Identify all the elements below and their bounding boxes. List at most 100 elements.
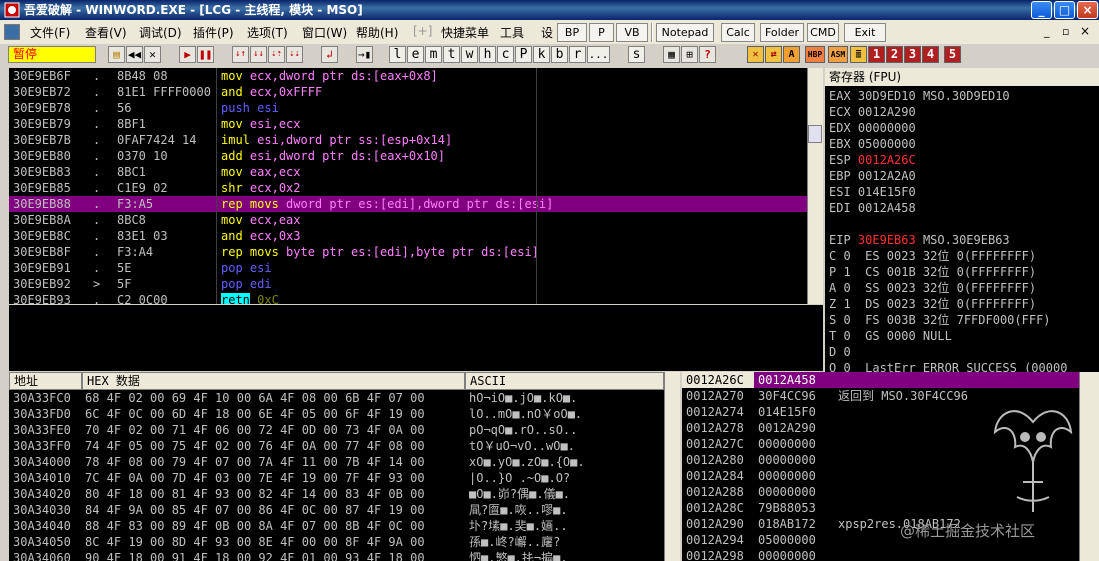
- menu-file[interactable]: 文件(F): [30, 24, 70, 41]
- register-edx[interactable]: EDX 00000000: [829, 120, 923, 136]
- source-button[interactable]: s: [628, 46, 645, 63]
- mdi-minimize-icon[interactable]: _: [1044, 25, 1050, 38]
- register-eip[interactable]: EIP 30E9EB63 MSO.30E9EB63: [829, 232, 1010, 248]
- stack-scrollbar[interactable]: [1079, 372, 1099, 561]
- disassembly-scrollbar[interactable]: [807, 68, 823, 304]
- plugin-hbp-button[interactable]: HBP: [805, 46, 825, 63]
- go-to-address-icon[interactable]: →▮: [356, 46, 373, 63]
- register-value[interactable]: 0012A26C: [858, 153, 916, 167]
- stack-address[interactable]: 0012A27C: [686, 436, 756, 452]
- disasm-row[interactable]: 30E9EB72. 81E1 FFFF0000 and ecx,0xFFFF: [9, 84, 807, 100]
- stack-address[interactable]: 0012A288: [686, 484, 756, 500]
- menu-settings[interactable]: 设: [541, 24, 553, 41]
- step-into-icon[interactable]: ↓↑: [232, 46, 249, 63]
- disasm-row[interactable]: 30E9EB85. C1E9 02 shr ecx,0x2: [9, 180, 807, 196]
- close-button[interactable]: ×: [1077, 1, 1098, 19]
- flag-row[interactable]: P 1 CS 001B 32位 0(FFFFFFFF): [829, 264, 1036, 280]
- mdi-close-icon[interactable]: ×: [1080, 24, 1090, 38]
- stack-address[interactable]: 0012A294: [686, 532, 756, 548]
- stack-value[interactable]: 014E15F0: [758, 404, 834, 420]
- menu-plugins[interactable]: 插件(P): [193, 24, 234, 41]
- stack-value[interactable]: 30F4CC96: [758, 388, 834, 404]
- stack-value[interactable]: 00000000: [758, 484, 834, 500]
- stack-top-address[interactable]: 0012A26C: [682, 372, 754, 388]
- disasm-row[interactable]: 30E9EB88. F3:A5 rep movs dword ptr es:[edi…: [9, 196, 807, 212]
- dump-scrollbar[interactable]: [664, 372, 680, 561]
- execute-till-return-icon[interactable]: ↲: [321, 46, 338, 63]
- stack-address[interactable]: 0012A28C: [686, 500, 756, 516]
- plugin-cross-icon[interactable]: ✕: [747, 46, 764, 63]
- disasm-row[interactable]: 30E9EB8A. 8BC8 mov ecx,eax: [9, 212, 807, 228]
- menu-debug[interactable]: 调试(D): [139, 24, 182, 41]
- notepad-button[interactable]: Notepad: [656, 23, 714, 42]
- folder-button[interactable]: Folder: [760, 23, 804, 42]
- restart-icon[interactable]: ◀◀: [126, 46, 143, 63]
- register-value[interactable]: 30D9ED10: [858, 89, 916, 103]
- stack-value[interactable]: 0012A290: [758, 420, 834, 436]
- register-value[interactable]: 0012A2A0: [858, 169, 916, 183]
- stack-value[interactable]: 05000000: [758, 532, 834, 548]
- plugin-text-icon[interactable]: A: [783, 46, 800, 63]
- dump-header-hex[interactable]: HEX 数据: [82, 372, 465, 390]
- pause-icon[interactable]: ❚❚: [197, 46, 214, 63]
- patches-button[interactable]: P: [515, 46, 532, 63]
- plugin-3-button[interactable]: 3: [904, 46, 921, 63]
- disasm-row[interactable]: 30E9EB83. 8BC1 mov eax,ecx: [9, 164, 807, 180]
- handles-button[interactable]: h: [479, 46, 496, 63]
- registers-title[interactable]: 寄存器 (FPU): [825, 68, 1099, 86]
- plugin-1-button[interactable]: 1: [868, 46, 885, 63]
- disasm-row[interactable]: 30E9EB79. 8BF1 mov esi,ecx: [9, 116, 807, 132]
- trace-over-icon[interactable]: ⇣⇣: [286, 46, 303, 63]
- menu-expand[interactable]: [+]: [413, 24, 432, 38]
- disasm-row[interactable]: 30E9EB8F. F3:A4 rep movs byte ptr es:[edi]…: [9, 244, 807, 260]
- disasm-row[interactable]: 30E9EB8C. 83E1 03 and ecx,0x3: [9, 228, 807, 244]
- flag-row[interactable]: D 0: [829, 344, 851, 360]
- vb-button[interactable]: VB: [616, 23, 648, 42]
- register-ebx[interactable]: EBX 05000000: [829, 136, 923, 152]
- disasm-row[interactable]: 30E9EB6F. 8B48 08 mov ecx,dword ptr ds:[ea…: [9, 68, 807, 84]
- flag-row[interactable]: S 0 FS 003B 32位 7FFDF000(FFF): [829, 312, 1051, 328]
- memory-dump-pane[interactable]: 30A33FC0 68 4F 02 00 69 4F 10 00 6A 4F 08…: [9, 390, 664, 561]
- registers-pane[interactable]: 寄存器 (FPU) EAX 30D9ED10 MSO.30D9ED10 ECX 0…: [825, 68, 1099, 373]
- maximize-button[interactable]: □: [1054, 1, 1075, 19]
- disasm-row[interactable]: 30E9EB93. C2 0C00 retn 0xC: [9, 292, 807, 304]
- flag-row[interactable]: C 0 ES 0023 32位 0(FFFFFFFF): [829, 248, 1036, 264]
- stack-address[interactable]: 0012A298: [686, 548, 756, 561]
- register-value[interactable]: 0012A290: [858, 105, 916, 119]
- register-edi[interactable]: EDI 0012A458: [829, 200, 923, 216]
- register-ebp[interactable]: EBP 0012A2A0: [829, 168, 923, 184]
- layout-icon[interactable]: ▦: [663, 46, 680, 63]
- disasm-row[interactable]: 30E9EB91. 5E pop esi: [9, 260, 807, 276]
- minimize-button[interactable]: _: [1031, 1, 1052, 19]
- plugin-5-button[interactable]: 5: [944, 46, 961, 63]
- register-value[interactable]: 00000000: [858, 121, 916, 135]
- plugin-arrows-icon[interactable]: ⇄: [765, 46, 782, 63]
- stack-address[interactable]: 0012A290: [686, 516, 756, 532]
- mdi-restore-icon[interactable]: ▫: [1062, 25, 1069, 38]
- open-icon[interactable]: ▤: [108, 46, 125, 63]
- plugin-asm-button[interactable]: ASM: [828, 46, 848, 63]
- memory-map-button[interactable]: m: [425, 46, 442, 63]
- options-icon[interactable]: ⊞: [681, 46, 698, 63]
- plugin-4-button[interactable]: 4: [922, 46, 939, 63]
- stack-value[interactable]: 00000000: [758, 452, 834, 468]
- breakpoints-button[interactable]: b: [551, 46, 568, 63]
- disasm-row[interactable]: 30E9EB78. 56 push esi: [9, 100, 807, 116]
- step-over-icon[interactable]: ↓↓: [250, 46, 267, 63]
- help-icon[interactable]: ?: [699, 46, 716, 63]
- system-menu-icon[interactable]: [4, 24, 20, 40]
- register-value[interactable]: 30E9EB63: [858, 233, 916, 247]
- run-icon[interactable]: ▶: [179, 46, 196, 63]
- run-trace-button[interactable]: ...: [587, 46, 610, 63]
- exit-button[interactable]: Exit: [844, 23, 886, 42]
- flag-row[interactable]: Z 1 DS 0023 32位 0(FFFFFFFF): [829, 296, 1036, 312]
- menu-shortcuts[interactable]: 快捷菜单: [441, 24, 489, 41]
- disasm-row[interactable]: 30E9EB92 >5F pop edi: [9, 276, 807, 292]
- bp-button[interactable]: BP: [557, 23, 587, 42]
- stack-value[interactable]: 00000000: [758, 548, 834, 561]
- register-esi[interactable]: ESI 014E15F0: [829, 184, 923, 200]
- threads-button[interactable]: t: [443, 46, 460, 63]
- menu-tools[interactable]: 工具: [500, 24, 524, 41]
- stack-address[interactable]: 0012A280: [686, 452, 756, 468]
- stack-address[interactable]: 0012A278: [686, 420, 756, 436]
